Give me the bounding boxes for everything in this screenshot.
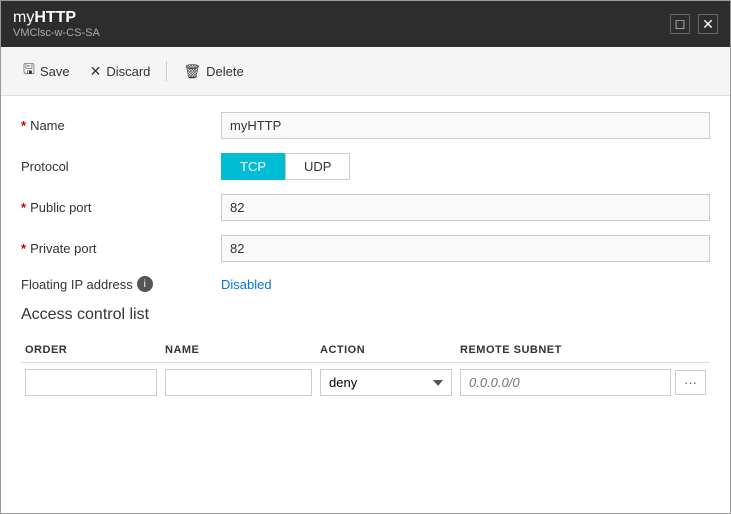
main-window: myHTTP VMClsc-w-CS-SA □ ✕ 🖫 Save ✕ Disca…	[0, 0, 731, 514]
tcp-button[interactable]: TCP	[221, 153, 285, 180]
col-name-header: NAME	[161, 340, 316, 363]
acl-section-title: Access control list	[21, 306, 710, 324]
floating-ip-label: Floating IP address	[21, 277, 133, 292]
acl-subnet-ellipsis-button[interactable]: ···	[675, 370, 706, 395]
floating-ip-field: Disabled	[221, 277, 710, 292]
acl-name-input[interactable]	[165, 369, 312, 396]
acl-header-row: ORDER NAME ACTION REMOTE SUBNET	[21, 340, 710, 363]
protocol-group: TCP UDP	[221, 153, 710, 180]
protocol-label-group: Protocol	[21, 159, 221, 174]
public-port-required-star: *	[21, 200, 26, 215]
acl-order-input[interactable]	[25, 369, 157, 396]
toolbar-separator	[166, 61, 167, 81]
public-port-input[interactable]	[221, 194, 710, 221]
name-row: * Name	[21, 112, 710, 139]
discard-label: Discard	[106, 64, 150, 79]
private-port-input[interactable]	[221, 235, 710, 262]
acl-table-head: ORDER NAME ACTION REMOTE SUBNET	[21, 340, 710, 363]
title-my: my	[13, 9, 34, 26]
protocol-field: TCP UDP	[221, 153, 710, 180]
delete-label: Delete	[206, 64, 244, 79]
content-area: * Name Protocol TCP UDP * Public	[1, 96, 730, 513]
acl-subnet-group: ···	[460, 369, 706, 396]
save-label: Save	[40, 64, 70, 79]
delete-button[interactable]: 🗑 Delete	[175, 59, 251, 84]
public-port-label: Public port	[30, 200, 91, 215]
toolbar: 🖫 Save ✕ Discard 🗑 Delete	[1, 47, 730, 96]
title-http: HTTP	[34, 9, 76, 26]
discard-icon: ✕	[90, 63, 102, 80]
name-required-star: *	[21, 118, 26, 133]
title-bar: myHTTP VMClsc-w-CS-SA □ ✕	[1, 1, 730, 47]
floating-ip-info-icon[interactable]: i	[137, 276, 153, 292]
title-controls: □ ✕	[670, 14, 718, 34]
name-input[interactable]	[221, 112, 710, 139]
name-field	[221, 112, 710, 139]
acl-table-body: deny allow ···	[21, 363, 710, 403]
window-title: myHTTP	[13, 9, 100, 27]
private-port-label-group: * Private port	[21, 241, 221, 256]
title-bar-left: myHTTP VMClsc-w-CS-SA	[13, 9, 100, 39]
public-port-label-group: * Public port	[21, 200, 221, 215]
protocol-label: Protocol	[21, 159, 69, 174]
acl-subnet-cell: ···	[456, 363, 710, 403]
close-button[interactable]: ✕	[698, 14, 718, 34]
acl-table: ORDER NAME ACTION REMOTE SUBNET	[21, 340, 710, 402]
delete-icon: 🗑	[183, 63, 201, 80]
private-port-label: Private port	[30, 241, 96, 256]
floating-ip-label-group: Floating IP address i	[21, 276, 221, 292]
protocol-row: Protocol TCP UDP	[21, 153, 710, 180]
name-label-group: * Name	[21, 118, 221, 133]
acl-action-cell: deny allow	[316, 363, 456, 403]
acl-order-cell	[21, 363, 161, 403]
discard-button[interactable]: ✕ Discard	[82, 59, 159, 84]
udp-button[interactable]: UDP	[285, 153, 350, 180]
public-port-field	[221, 194, 710, 221]
private-port-required-star: *	[21, 241, 26, 256]
acl-action-select[interactable]: deny allow	[320, 369, 452, 396]
acl-subnet-input[interactable]	[460, 369, 671, 396]
window-subtitle: VMClsc-w-CS-SA	[13, 27, 100, 39]
save-icon: 🖫	[23, 59, 35, 83]
table-row: deny allow ···	[21, 363, 710, 403]
col-subnet-header: REMOTE SUBNET	[456, 340, 710, 363]
acl-name-cell	[161, 363, 316, 403]
minimize-button[interactable]: □	[670, 14, 690, 34]
col-order-header: ORDER	[21, 340, 161, 363]
save-button[interactable]: 🖫 Save	[15, 55, 78, 87]
floating-ip-row: Floating IP address i Disabled	[21, 276, 710, 292]
name-label: Name	[30, 118, 65, 133]
floating-ip-value: Disabled	[221, 277, 272, 292]
private-port-field	[221, 235, 710, 262]
col-action-header: ACTION	[316, 340, 456, 363]
private-port-row: * Private port	[21, 235, 710, 262]
public-port-row: * Public port	[21, 194, 710, 221]
